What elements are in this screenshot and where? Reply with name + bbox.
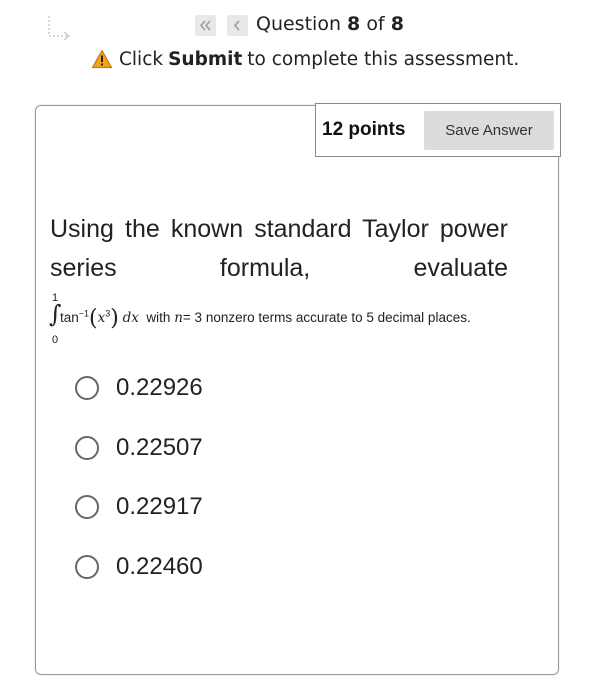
question-navigation: Question 8 of 8 <box>0 12 593 40</box>
first-question-button[interactable] <box>195 15 216 36</box>
formula-tail-text: nonzero terms accurate to 5 decimal plac… <box>205 310 471 325</box>
n-value: = 3 <box>182 310 203 325</box>
option-label[interactable]: 0.22926 <box>116 374 203 402</box>
notice-suffix: to complete this assessment. <box>247 48 520 70</box>
answer-option[interactable]: 0.22507 <box>75 432 203 464</box>
option-label[interactable]: 0.22507 <box>116 434 203 462</box>
answer-option[interactable]: 0.22926 <box>75 372 203 404</box>
option-label[interactable]: 0.22460 <box>116 553 203 581</box>
radio-button[interactable] <box>75 554 99 579</box>
integral-lower-limit: 0 <box>52 334 59 346</box>
option-label[interactable]: 0.22917 <box>116 493 203 521</box>
submit-notice: Click Submit to complete this assessment… <box>91 46 519 72</box>
with-text: with <box>146 310 171 325</box>
question-of: of <box>366 13 385 35</box>
question-total: 8 <box>390 13 404 35</box>
integral-formula: 1 ∫ 0 tan−1(x3) dx with n= 3 nonzero ter… <box>48 292 548 346</box>
left-paren: ( <box>89 306 98 331</box>
points-label: 12 points <box>322 119 406 140</box>
right-paren: ) <box>110 306 119 331</box>
differential: dx <box>122 310 139 326</box>
answer-options: 0.22926 0.22507 0.22917 0.22460 <box>75 372 203 610</box>
notice-emphasis: Submit <box>168 48 243 70</box>
integrand: tan−1(x3) dx with n= 3 nonzero terms acc… <box>60 306 471 331</box>
answer-option[interactable]: 0.22917 <box>75 491 203 523</box>
points-box: 12 points Save Answer <box>315 103 561 157</box>
inverse-exponent: −1 <box>78 308 90 319</box>
radio-button[interactable] <box>75 435 99 460</box>
radio-button[interactable] <box>75 376 99 400</box>
double-chevron-left-icon <box>199 20 211 31</box>
notice-prefix: Click <box>119 48 164 70</box>
integrand-function: tan <box>60 310 79 325</box>
question-text: Using the known standard Taylor power se… <box>50 215 508 282</box>
question-prefix: Question <box>256 13 341 35</box>
previous-question-button[interactable] <box>227 15 248 36</box>
answer-option[interactable]: 0.22460 <box>75 551 203 583</box>
question-counter: Question 8 of 8 <box>256 13 404 35</box>
warning-icon <box>91 49 113 69</box>
n-variable: n <box>174 310 183 326</box>
radio-button[interactable] <box>75 495 99 519</box>
chevron-left-icon <box>233 20 240 31</box>
save-answer-button[interactable]: Save Answer <box>424 111 554 150</box>
question-number: 8 <box>347 13 361 35</box>
